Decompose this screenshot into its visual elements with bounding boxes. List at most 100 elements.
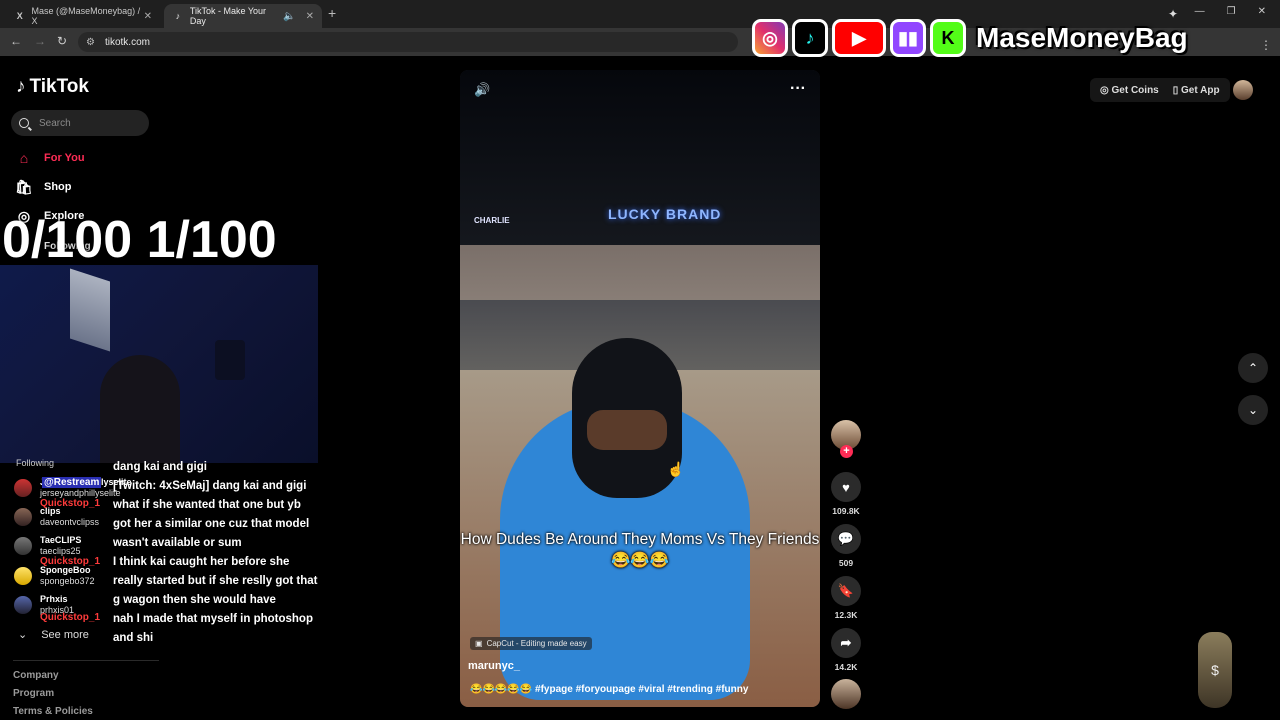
previous-video-button[interactable]: ⌃ [1238,353,1268,383]
phone-icon: ▯ [1172,84,1182,96]
avatar [14,508,32,526]
restore-icon[interactable]: ❐ [1227,6,1236,17]
chat-message: dang kai and gigi [113,461,207,473]
following-section-label: Following [16,458,55,468]
following-account[interactable]: TaeCLIPS taeclips25 [14,535,81,557]
chat-username: Quickstop_1 [40,612,101,623]
coin-icon: ◎ [1100,84,1112,96]
footer-link-company[interactable]: Company [13,670,59,681]
url-field[interactable]: ⚙ tikotk.com [78,32,738,52]
avatar [14,596,32,614]
video-description: 😂😂😂😂😂 #fypage #foryoupage #viral #trendi… [470,684,749,695]
search-input[interactable]: Search [11,110,149,136]
avatar [14,479,32,497]
account-handle: spongebo372 [40,576,95,586]
get-app-label: Get App [1181,84,1220,96]
volume-icon[interactable]: 🔊 [474,82,490,98]
see-more-label: See more [41,628,89,641]
logo-text: TikTok [29,76,89,97]
forward-icon[interactable]: → [34,34,46,48]
search-icon [19,118,29,128]
capcut-label: CapCut - Editing made easy [486,639,587,648]
music-disc-avatar[interactable] [831,679,861,709]
minimize-icon[interactable]: — [1195,6,1205,17]
heart-icon: ♥ [831,472,861,502]
like-button[interactable]: ♥ 109.8K [828,472,864,516]
save-button[interactable]: 🔖 12.3K [828,576,864,620]
home-icon: ⌂ [19,150,29,166]
profile-avatar[interactable] [1233,80,1253,100]
share-count: 14.2K [834,662,858,672]
account-name: Prhxis [40,594,68,604]
sidebar-item-shop[interactable]: 🛍 Shop [15,178,72,195]
store-sign: LUCKY BRAND [608,206,722,222]
browser-menu-icon[interactable]: ⋮ [1260,38,1272,52]
next-video-button[interactable]: ⌄ [1238,395,1268,425]
speaker-icon[interactable]: 🔈 [283,11,295,22]
tab-tiktok[interactable]: ♪ TikTok - Make Your Day 🔈 ✕ [164,4,322,28]
divider [13,660,159,661]
site-info-icon[interactable]: ⚙ [86,37,95,48]
bookmark-icon: 🔖 [831,576,861,606]
mouse-cursor-icon: ☝ [667,461,685,477]
window-controls: — ❐ ✕ [1195,6,1280,17]
sidebar-item-label: For You [44,152,85,164]
instagram-icon: ◎ [752,19,788,57]
capcut-badge[interactable]: ▣ CapCut - Editing made easy [470,637,592,650]
tiktok-note-icon: ♪ [16,76,26,97]
search-placeholder: Search [39,117,71,129]
follow-plus-icon[interactable]: + [840,445,853,458]
chat-message: what if she wanted that one but yb got h… [113,499,310,549]
chat-username: @Restream [42,477,102,488]
streamer-brand-bar: ◎ ♪ ▶ ▮▮ K MaseMoneyBag [752,19,1188,57]
back-icon[interactable]: ← [10,34,22,48]
webcam-feed [0,265,318,463]
save-count: 12.3K [834,610,858,620]
sidebar-item-for-you[interactable]: ⌂ For You [16,150,85,166]
youtube-icon: ▶ [832,19,886,57]
stream-counter: 0/100 1/100 [2,211,277,269]
streamer-silhouette [100,355,180,463]
comment-icon: 💬 [831,524,861,554]
new-tab-button[interactable]: + [328,5,336,21]
chat-message: I think kai caught her before she really… [113,556,318,606]
get-app-button[interactable]: ▯ Get App [1173,85,1220,96]
tab-title: TikTok - Make Your Day [189,6,267,26]
video-author[interactable]: marunyc_ [468,660,520,672]
more-options-icon[interactable]: ··· [790,80,806,98]
like-count: 109.8K [832,506,860,516]
chat-message: nah I made that myself in photoshop and … [113,613,313,644]
shop-bag-icon: 🛍 [15,178,33,195]
get-coins-button[interactable]: ◎ Get Coins [1100,85,1159,96]
kick-icon: K [930,19,966,57]
sidebar-item-label: Shop [44,181,72,193]
avatar [14,567,32,585]
tab-x-profile[interactable]: X Mase (@MaseMoneybag) / X ✕ [6,4,160,28]
tiktok-icon: ♪ [792,19,828,57]
chat-username: Quickstop_1 [40,556,101,567]
avatar [14,537,32,555]
video-person-face [587,410,667,450]
close-tab-icon[interactable]: ✕ [144,11,152,22]
share-icon: ➦ [831,628,861,658]
following-account[interactable]: clips daveontvclipss [14,506,99,528]
close-window-icon[interactable]: ✕ [1258,6,1266,17]
video-player[interactable]: CHARLIE LUCKY BRAND [460,70,820,707]
share-button[interactable]: ➦ 14.2K [828,628,864,672]
video-sky [460,70,820,260]
close-tab-icon[interactable]: ✕ [306,11,314,22]
twitch-icon: ▮▮ [890,19,926,57]
tiktok-logo[interactable]: ♪ TikTok [16,76,89,98]
webcam-light [70,268,110,352]
x-logo-icon: X [16,11,23,21]
store-sign: CHARLIE [474,216,510,225]
url-text: tikotk.com [104,36,150,48]
reload-icon[interactable]: ↻ [57,34,67,48]
tab-title: Mase (@MaseMoneybag) / X [31,6,141,26]
streamer-name: MaseMoneyBag [976,22,1188,53]
following-account[interactable]: SpongeBoo spongebo372 [14,565,95,587]
footer-link-terms[interactable]: Terms & Policies [13,706,93,717]
comment-button[interactable]: 💬 509 [828,524,864,568]
see-more-button[interactable]: ⌄ See more [18,628,89,642]
footer-link-program[interactable]: Program [13,688,54,699]
